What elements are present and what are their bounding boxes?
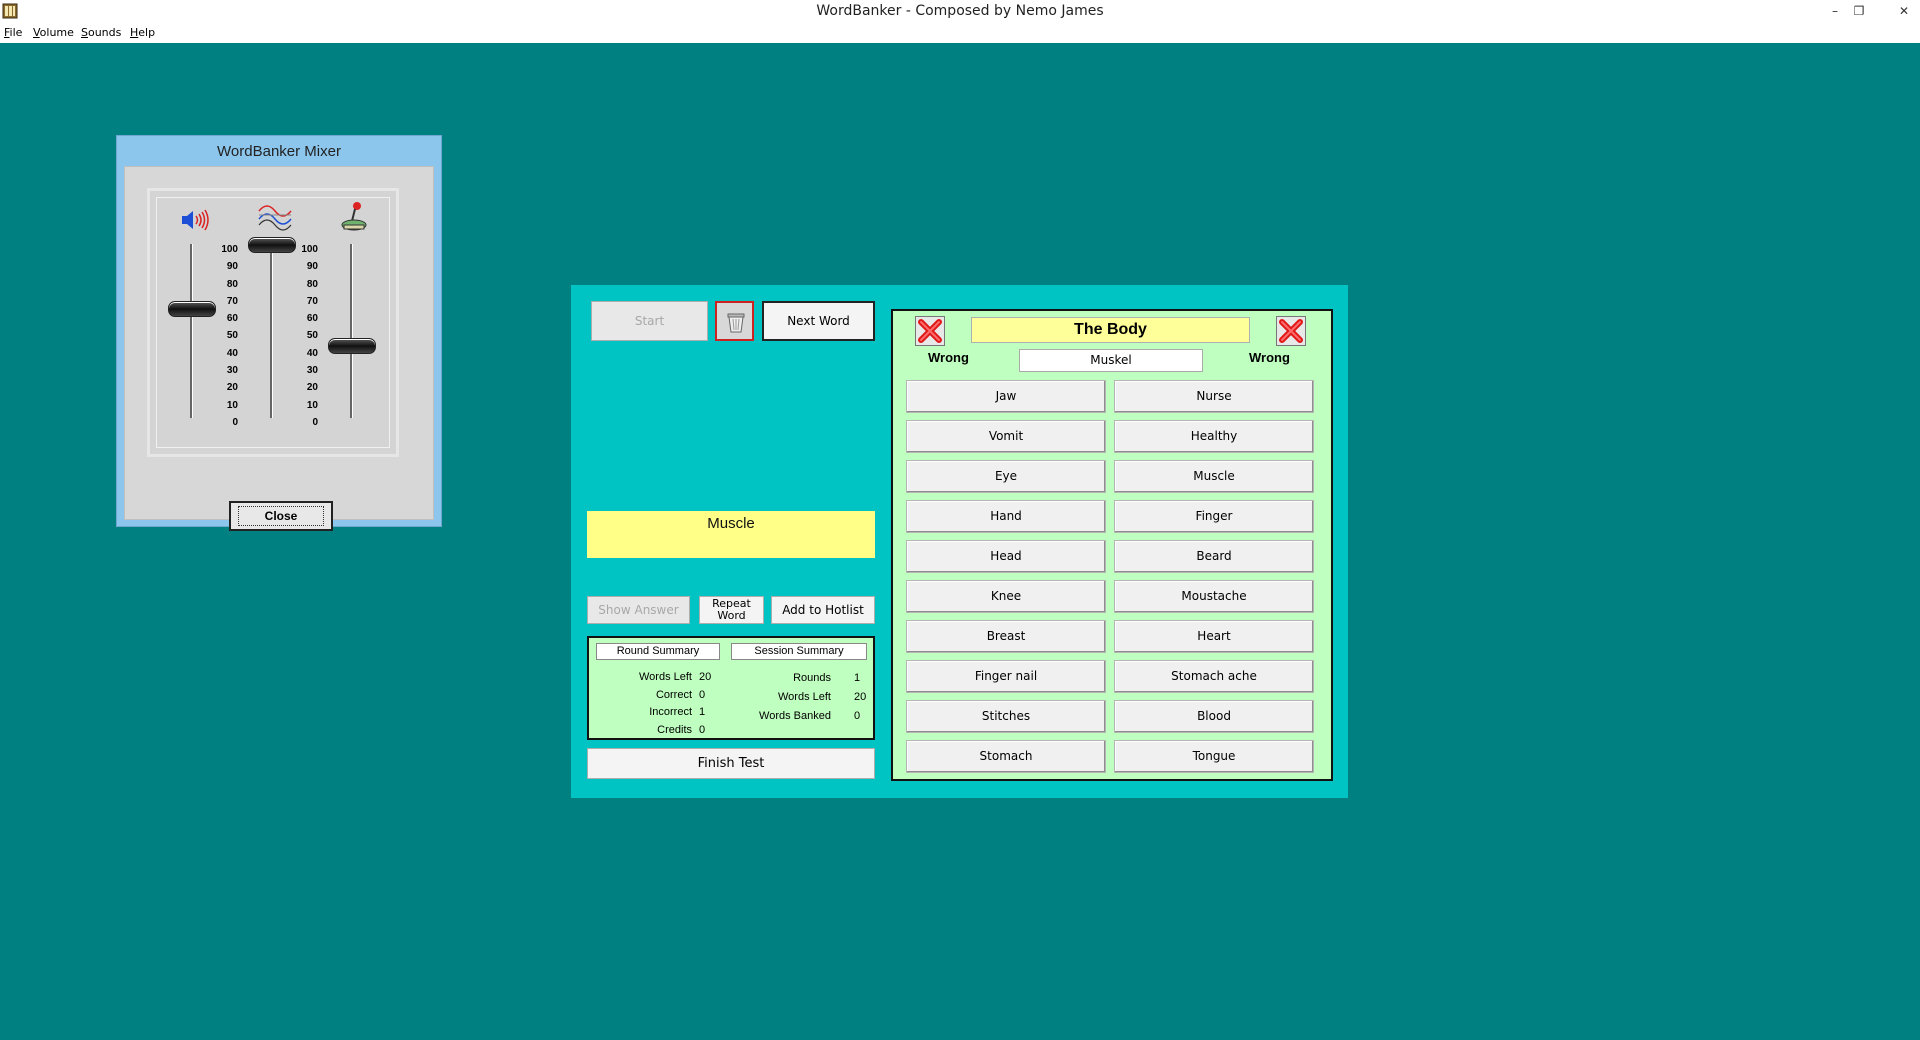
word-button-tongue[interactable]: Tongue bbox=[1114, 740, 1314, 773]
wrong-left-icon[interactable] bbox=[915, 316, 945, 346]
round-correct-value: 0 bbox=[699, 689, 706, 701]
word-button-knee[interactable]: Knee bbox=[906, 580, 1106, 613]
round-credits-label: Credits bbox=[657, 724, 692, 736]
summary-panel: Round Summary Session Summary Words Left… bbox=[587, 636, 875, 740]
round-credits-value: 0 bbox=[699, 724, 706, 736]
word-button-beard[interactable]: Beard bbox=[1114, 540, 1314, 573]
menu-file[interactable]: File bbox=[4, 26, 22, 39]
wrong-right-label: Wrong bbox=[1249, 350, 1290, 365]
joystick-icon bbox=[341, 202, 367, 231]
word-button-breast[interactable]: Breast bbox=[906, 620, 1106, 653]
menu-volume[interactable]: Volume bbox=[33, 26, 74, 39]
repeat-word-button[interactable]: Repeat Word bbox=[699, 596, 764, 624]
close-window-button[interactable]: ✕ bbox=[1890, 1, 1918, 21]
music-slider-knob[interactable] bbox=[328, 338, 376, 354]
trash-button[interactable] bbox=[715, 301, 754, 341]
test-panel: Start Next Word Muscle Show Answer Repea… bbox=[571, 285, 1348, 798]
window-title: WordBanker - Composed by Nemo James bbox=[816, 3, 1104, 19]
effects-scale: 100 90 80 70 60 50 40 30 20 10 0 bbox=[301, 244, 318, 428]
session-words-left-label: Words Left bbox=[778, 691, 831, 703]
word-panel: The Body Wrong Wrong Muskel Jaw Vomit Ey… bbox=[891, 309, 1333, 781]
word-button-muscle[interactable]: Muscle bbox=[1114, 460, 1314, 493]
wrong-left-label: Wrong bbox=[928, 350, 969, 365]
music-slider-track[interactable] bbox=[350, 244, 353, 418]
word-button-eye[interactable]: Eye bbox=[906, 460, 1106, 493]
tab-round-summary[interactable]: Round Summary bbox=[596, 643, 720, 660]
answer-display: Muscle bbox=[587, 511, 875, 558]
word-button-blood[interactable]: Blood bbox=[1114, 700, 1314, 733]
mixer-title: WordBanker Mixer bbox=[217, 143, 341, 160]
title-bar: WordBanker - Composed by Nemo James – ❐ … bbox=[0, 0, 1920, 25]
menu-help[interactable]: Help bbox=[130, 26, 155, 39]
next-word-button[interactable]: Next Word bbox=[762, 301, 875, 341]
word-button-hand[interactable]: Hand bbox=[906, 500, 1106, 533]
mixer-close-label: Close bbox=[237, 506, 325, 526]
speaker-icon bbox=[182, 209, 209, 231]
menu-bar: File Volume Sounds Help bbox=[0, 24, 1920, 43]
sound-effects-icon bbox=[258, 205, 292, 231]
word-button-stitches[interactable]: Stitches bbox=[906, 700, 1106, 733]
mixer-client: 100 90 80 70 60 50 40 30 20 10 0 100 90 80 70 6… bbox=[124, 166, 434, 531]
round-words-left-value: 20 bbox=[699, 671, 712, 683]
word-button-stomach-ache[interactable]: Stomach ache bbox=[1114, 660, 1314, 693]
word-button-nurse[interactable]: Nurse bbox=[1114, 380, 1314, 413]
wrong-right-icon[interactable] bbox=[1276, 316, 1306, 346]
volume-slider-knob[interactable] bbox=[168, 301, 216, 317]
mixer-window: WordBanker Mixer 100 90 80 70 60 50 40 3… bbox=[116, 135, 442, 531]
word-input[interactable]: Muskel bbox=[1019, 349, 1203, 372]
word-button-vomit[interactable]: Vomit bbox=[906, 420, 1106, 453]
word-button-heart[interactable]: Heart bbox=[1114, 620, 1314, 653]
word-button-finger-nail[interactable]: Finger nail bbox=[906, 660, 1106, 693]
session-rounds-label: Rounds bbox=[793, 672, 831, 684]
trash-icon bbox=[727, 313, 745, 333]
mixer-close-button[interactable]: Close bbox=[229, 501, 333, 531]
word-button-moustache[interactable]: Moustache bbox=[1114, 580, 1314, 613]
volume-slider-track[interactable] bbox=[190, 244, 193, 418]
finish-test-button[interactable]: Finish Test bbox=[587, 748, 875, 779]
round-incorrect-value: 1 bbox=[699, 706, 706, 718]
round-words-left-label: Words Left bbox=[639, 671, 692, 683]
effects-slider-track[interactable] bbox=[270, 244, 273, 418]
word-button-finger[interactable]: Finger bbox=[1114, 500, 1314, 533]
menu-sounds[interactable]: Sounds bbox=[81, 26, 121, 39]
start-button[interactable]: Start bbox=[591, 301, 708, 341]
word-button-jaw[interactable]: Jaw bbox=[906, 380, 1106, 413]
round-incorrect-label: Incorrect bbox=[649, 706, 692, 718]
volume-scale: 100 90 80 70 60 50 40 30 20 10 0 bbox=[221, 244, 238, 428]
add-to-hotlist-button[interactable]: Add to Hotlist bbox=[771, 596, 875, 624]
restore-button[interactable]: ❐ bbox=[1845, 1, 1873, 21]
word-button-healthy[interactable]: Healthy bbox=[1114, 420, 1314, 453]
category-title: The Body bbox=[971, 317, 1250, 343]
tab-session-summary[interactable]: Session Summary bbox=[731, 643, 867, 660]
show-answer-button[interactable]: Show Answer bbox=[587, 596, 690, 624]
mixer-panel: 100 90 80 70 60 50 40 30 20 10 0 100 90 80 70 6… bbox=[147, 188, 399, 457]
session-rounds-value: 1 bbox=[854, 672, 861, 684]
effects-slider-knob[interactable] bbox=[248, 237, 296, 253]
round-correct-label: Correct bbox=[655, 689, 692, 701]
session-words-banked-value: 0 bbox=[854, 710, 861, 722]
word-button-head[interactable]: Head bbox=[906, 540, 1106, 573]
session-words-banked-label: Words Banked bbox=[759, 710, 831, 722]
session-words-left-value: 20 bbox=[854, 691, 867, 703]
word-button-stomach[interactable]: Stomach bbox=[906, 740, 1106, 773]
